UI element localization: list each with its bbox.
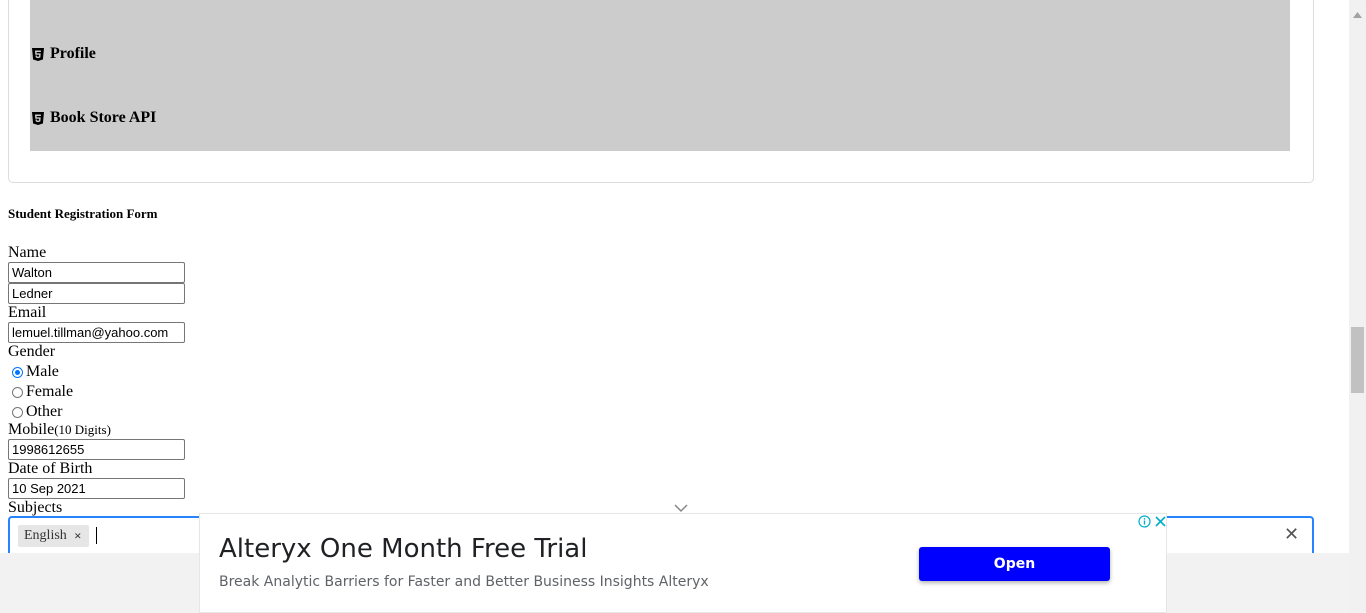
ad-title[interactable]: Alteryx One Month Free Trial [219,534,587,564]
gender-label: Gender [8,343,56,360]
email-label: Email [8,304,47,321]
gender-option-male[interactable]: Male [12,363,59,381]
menu-item-label: Book Store API [50,109,157,126]
mobile-label: Mobile(10 Digits) [8,421,111,439]
email-input[interactable]: lemuel.tillman@yahoo.com [8,322,185,343]
scroll-thumb[interactable] [1351,327,1364,393]
other-radio[interactable] [12,406,23,418]
menu-item-book-store-api[interactable]: Book Store API [32,109,156,127]
gender-option-female[interactable]: Female [12,383,73,401]
last-name-input[interactable]: Ledner [8,283,185,304]
male-label[interactable]: Male [26,363,59,381]
male-radio[interactable] [12,366,23,378]
other-label[interactable]: Other [26,403,62,421]
subjects-label: Subjects [8,499,63,516]
remove-chip-icon[interactable]: × [67,528,89,544]
html5-icon [32,47,44,61]
subject-chip-label: English [24,528,67,543]
clear-subjects-icon[interactable]: ✕ [1284,524,1299,545]
mobile-label-text: Mobile [8,421,55,438]
mobile-hint: (10 Digits) [54,422,111,437]
first-name-input[interactable]: Walton [8,262,185,283]
ad-info-icon[interactable] [1137,514,1151,528]
dob-label: Date of Birth [8,460,93,477]
subject-chip: English × [18,525,89,547]
ad-banner[interactable]: Alteryx One Month Free Trial Break Analy… [199,513,1167,613]
ad-controls [1137,514,1167,528]
ad-description[interactable]: Break Analytic Barriers for Faster and B… [219,574,709,590]
dob-input[interactable]: 10 Sep 2021 [8,478,185,499]
text-caret [96,527,97,544]
menu-list [30,0,1290,151]
page-scrollbar[interactable] [1349,0,1366,613]
female-label[interactable]: Female [26,383,73,401]
ad-open-button[interactable]: Open [919,547,1110,581]
female-radio[interactable] [12,386,23,398]
mobile-input[interactable]: 1998612655 [8,439,185,460]
gender-option-other[interactable]: Other [12,403,62,421]
menu-item-label: Profile [50,45,96,62]
menu-item-profile[interactable]: Profile [32,45,96,63]
scroll-up-arrow-icon[interactable] [1353,5,1362,23]
ad-close-icon[interactable] [1153,514,1167,528]
html5-icon [32,111,44,125]
form-title: Student Registration Form [8,206,158,221]
name-label: Name [8,244,47,261]
